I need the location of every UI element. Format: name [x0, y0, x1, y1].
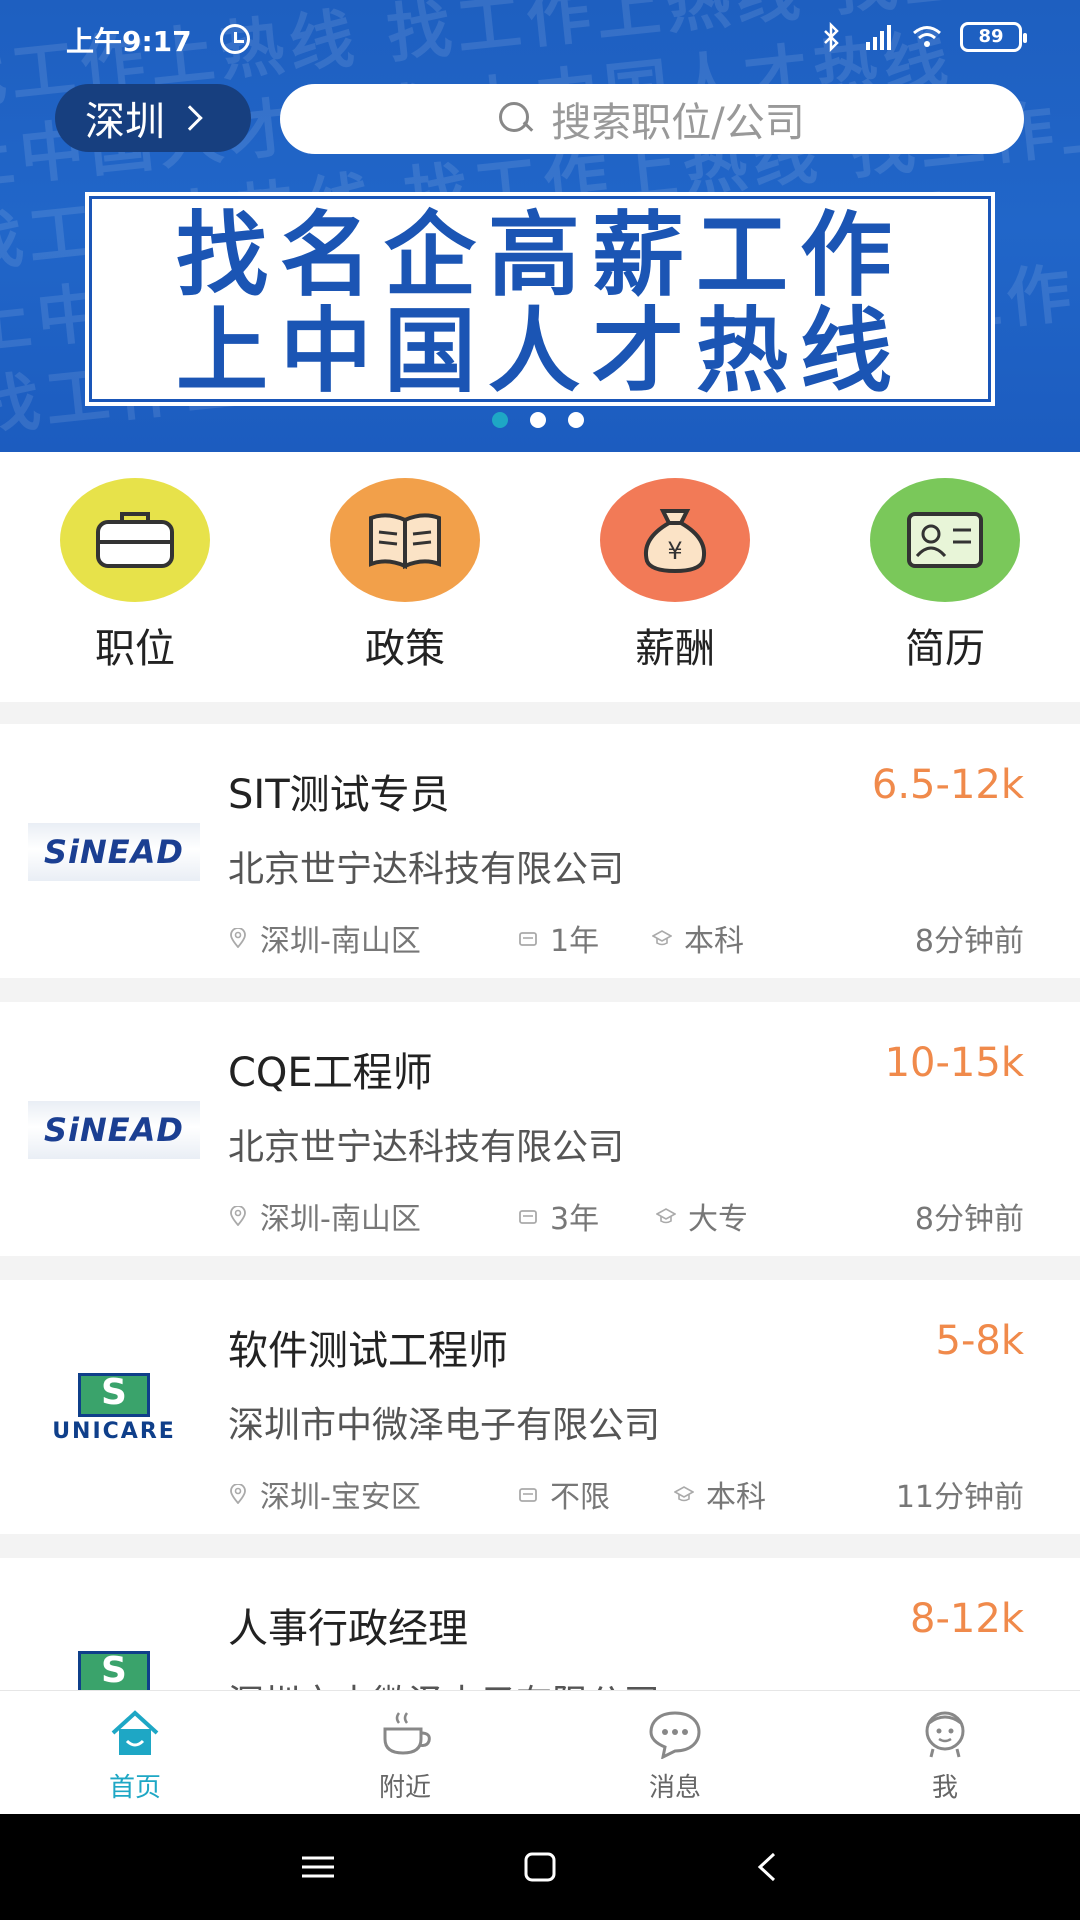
job-title: 人事行政经理	[228, 1606, 468, 1652]
search-placeholder: 搜索职位/公司	[551, 100, 805, 146]
category-label: 薪酬	[635, 626, 715, 672]
company-name: 深圳市中微泽电子有限公司	[228, 1674, 660, 1690]
company-logo: SiNEAD	[28, 1100, 200, 1160]
city-label: 深圳	[85, 99, 165, 145]
profile-face-icon	[925, 1711, 965, 1758]
bottom-tab-bar: 首页 附近 消息 我	[0, 1690, 1080, 1814]
job-education: 本科	[674, 1472, 766, 1516]
posted-time: 8分钟前	[914, 1202, 1024, 1237]
graduation-cap-icon	[656, 1208, 676, 1224]
job-card[interactable]: 人事行政经理 8-12k 深圳市中微泽电子有限公司	[0, 1558, 1080, 1690]
unicare-mark-icon	[78, 1372, 150, 1417]
money-bag-icon: ¥	[600, 478, 750, 602]
tab-label: 消息	[648, 1773, 701, 1803]
wifi-icon	[913, 26, 941, 47]
job-education: 本科	[652, 916, 744, 960]
location-pin-icon	[230, 1484, 246, 1504]
category-grid: 职位 政策 ¥ 薪酬 简历	[0, 452, 1080, 702]
job-title: 软件测试工程师	[228, 1328, 508, 1374]
unicare-mark-icon	[78, 1650, 150, 1690]
svg-text:¥: ¥	[667, 537, 682, 565]
tab-label: 我	[931, 1773, 958, 1803]
tab-messages[interactable]: 消息	[595, 1709, 755, 1804]
company-name: 北京世宁达科技有限公司	[228, 1127, 625, 1168]
home-icon	[111, 1710, 159, 1755]
category-salary[interactable]: ¥ 薪酬	[595, 478, 755, 674]
banner-line-2: 上中国人才热线	[175, 298, 904, 405]
battery-indicator: 89	[960, 22, 1027, 52]
alarm-icon	[220, 24, 250, 54]
job-salary: 8-12k	[910, 1596, 1024, 1642]
tab-home[interactable]: 首页	[55, 1709, 215, 1804]
company-name: 北京世宁达科技有限公司	[228, 849, 625, 890]
graduation-cap-icon	[652, 930, 672, 946]
category-jobs[interactable]: 职位	[55, 478, 215, 674]
category-label: 简历	[905, 626, 985, 672]
job-experience: 3年	[518, 1194, 599, 1238]
posted-time: 11分钟前	[895, 1480, 1024, 1515]
system-navigation-bar	[0, 1814, 1080, 1920]
job-title: CQE工程师	[228, 1050, 433, 1096]
signal-icon	[866, 25, 891, 50]
chevron-right-icon	[177, 105, 203, 131]
search-input[interactable]: 搜索职位/公司	[280, 84, 1024, 154]
status-icons: 89	[816, 22, 1027, 52]
back-arrow-icon[interactable]	[748, 1850, 788, 1884]
company-name: 深圳市中微泽电子有限公司	[228, 1405, 661, 1446]
category-resume[interactable]: 简历	[865, 478, 1025, 674]
category-label: 职位	[95, 626, 175, 672]
job-location: 深圳-南山区	[228, 1194, 421, 1238]
promo-banner[interactable]: 找名企高薪工作 上中国人才热线	[85, 192, 995, 406]
tab-me[interactable]: 我	[865, 1709, 1025, 1804]
menu-icon[interactable]	[298, 1850, 338, 1884]
category-policy[interactable]: 政策	[325, 478, 485, 674]
banner-dot[interactable]	[568, 412, 584, 428]
banner-pagination	[492, 412, 584, 428]
header-banner-area: 找工作上热线 找工作上热线 找工作上热线上中国人才热线 上中国人才热线找工作上热…	[0, 0, 1080, 452]
banner-line-1: 找名企高薪工作	[175, 202, 904, 309]
tab-label: 附近	[378, 1773, 431, 1803]
job-card[interactable]: SiNEAD CQE工程师 10-15k 北京世宁达科技有限公司 深圳-南山区 …	[0, 1002, 1080, 1256]
chat-bubble-icon	[649, 1711, 701, 1760]
posted-time: 8分钟前	[914, 924, 1024, 959]
coffee-cup-icon	[383, 1712, 431, 1755]
location-pin-icon	[230, 928, 246, 948]
briefcase-small-icon	[519, 1488, 537, 1502]
banner-dot[interactable]	[530, 412, 546, 428]
job-card[interactable]: UNICARE 软件测试工程师 5-8k 深圳市中微泽电子有限公司 深圳-宝安区…	[0, 1280, 1080, 1534]
banner-dot-active[interactable]	[492, 412, 508, 428]
tab-nearby[interactable]: 附近	[325, 1709, 485, 1804]
status-bar: 上午9:17 89	[0, 0, 1080, 80]
job-experience: 1年	[518, 916, 599, 960]
search-icon	[499, 102, 533, 136]
book-icon	[330, 478, 480, 602]
company-logo	[28, 1650, 200, 1690]
job-salary: 5-8k	[935, 1318, 1025, 1364]
job-education: 大专	[656, 1194, 748, 1238]
job-title: SIT测试专员	[228, 772, 450, 818]
job-location: 深圳-宝安区	[228, 1472, 421, 1516]
tab-label: 首页	[108, 1773, 161, 1803]
graduation-cap-icon	[674, 1486, 694, 1502]
company-logo: SiNEAD	[28, 822, 200, 882]
briefcase-small-icon	[519, 1210, 537, 1224]
company-logo: UNICARE	[28, 1372, 200, 1444]
home-square-icon[interactable]	[520, 1850, 560, 1884]
job-location: 深圳-南山区	[228, 916, 421, 960]
briefcase-small-icon	[519, 932, 537, 946]
job-salary: 10-15k	[884, 1040, 1024, 1086]
city-selector[interactable]: 深圳	[55, 84, 251, 152]
category-label: 政策	[365, 626, 445, 672]
job-card[interactable]: SiNEAD SIT测试专员 6.5-12k 北京世宁达科技有限公司 深圳-南山…	[0, 724, 1080, 978]
location-pin-icon	[230, 1206, 246, 1226]
briefcase-icon	[60, 478, 210, 602]
id-card-icon	[870, 478, 1020, 602]
status-time: 上午9:17	[66, 25, 192, 58]
job-experience: 不限	[518, 1472, 610, 1516]
job-salary: 6.5-12k	[871, 762, 1024, 808]
bluetooth-icon	[824, 22, 839, 52]
